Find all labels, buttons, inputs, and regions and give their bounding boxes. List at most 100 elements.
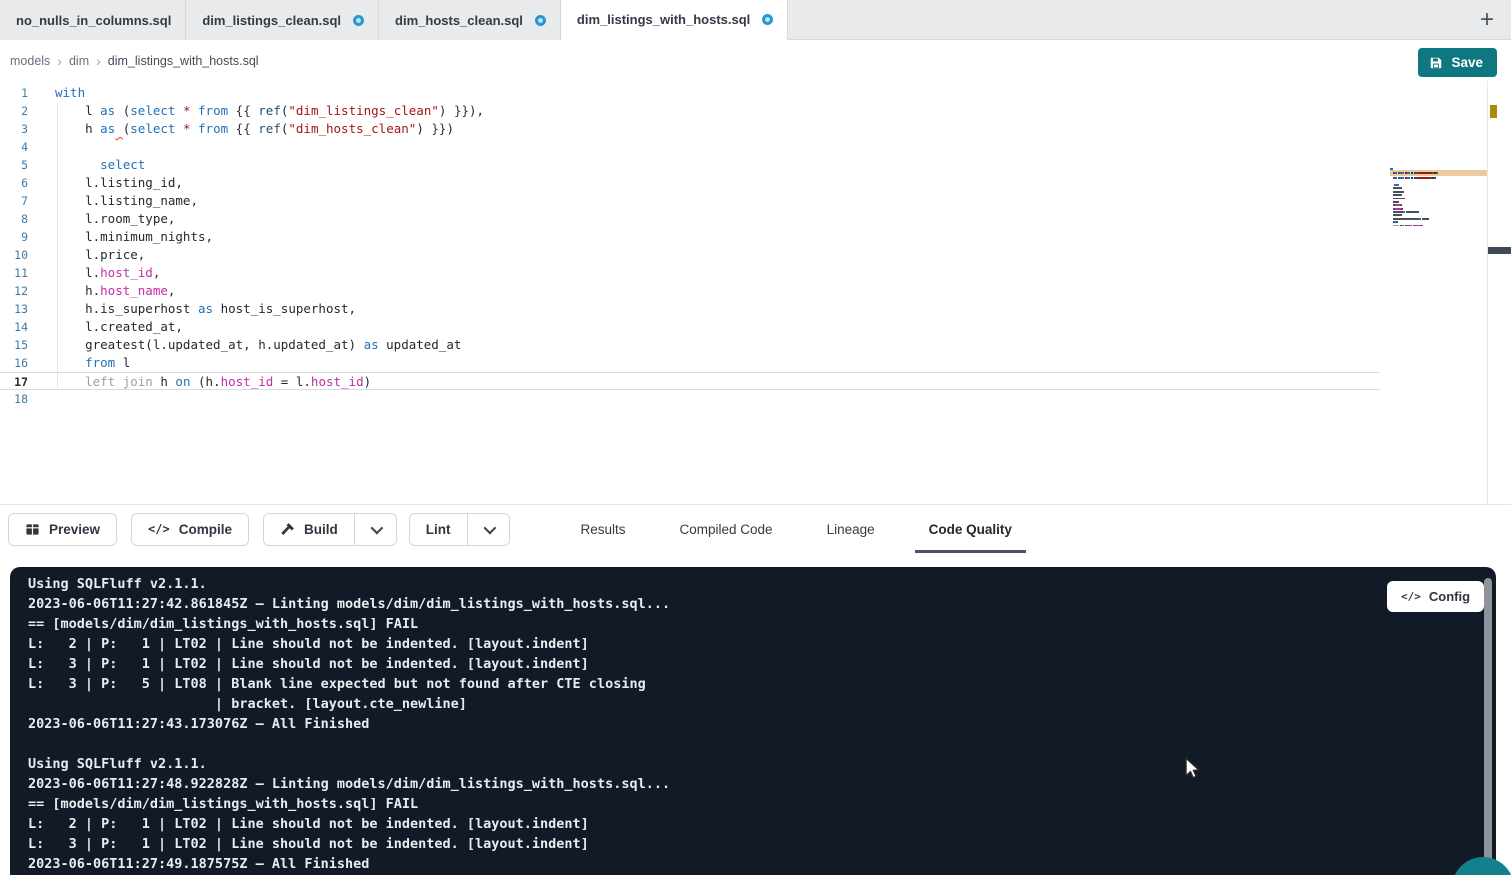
line-number: 3 — [0, 120, 28, 138]
code-line[interactable]: 8 l.room_type, — [0, 210, 1380, 228]
code-editor[interactable]: 1with2 l as (select * from {{ ref("dim_l… — [0, 81, 1511, 505]
unsaved-changes-dot-icon — [535, 15, 546, 26]
code-text: l.host_id, — [55, 264, 160, 282]
code-line[interactable]: 7 l.listing_name, — [0, 192, 1380, 210]
code-line[interactable]: 16 from l — [0, 354, 1380, 372]
tab-code-quality[interactable]: Code Quality — [915, 505, 1026, 553]
code-icon: </> — [148, 522, 170, 536]
code-line[interactable]: 3 h as (select * from {{ ref("dim_hosts_… — [0, 120, 1380, 138]
code-text: from l — [55, 354, 130, 372]
code-text: with — [55, 84, 85, 102]
code-text: l.minimum_nights, — [55, 228, 213, 246]
terminal-line: == [models/dim/dim_listings_with_hosts.s… — [28, 794, 670, 814]
breadcrumb-segment[interactable]: dim — [69, 54, 89, 68]
code-line[interactable]: 15 greatest(l.updated_at, h.updated_at) … — [0, 336, 1380, 354]
code-text: l.listing_id, — [55, 174, 183, 192]
tab-compiled-code[interactable]: Compiled Code — [666, 505, 787, 553]
chevron-right-icon: › — [57, 53, 62, 69]
hammer-icon — [280, 522, 295, 537]
terminal-line: 2023-06-06T11:27:42.861845Z — Linting mo… — [28, 594, 670, 614]
code-text: greatest(l.updated_at, h.updated_at) as … — [55, 336, 461, 354]
lint-button[interactable]: Lint — [410, 514, 467, 545]
code-line[interactable]: 17 left join h on (h.host_id = l.host_id… — [0, 372, 1380, 390]
result-panel-tabs: Results Compiled Code Lineage Code Quali… — [554, 505, 1039, 553]
terminal-scrollbar-thumb[interactable] — [1484, 578, 1492, 870]
terminal-line: L: 3 | P: 1 | LT02 | Line should not be … — [28, 834, 670, 854]
terminal-line — [28, 734, 670, 754]
line-number: 15 — [0, 336, 28, 354]
file-tab-label: dim_listings_clean.sql — [202, 13, 341, 28]
code-line[interactable]: 10 l.price, — [0, 246, 1380, 264]
file-tab[interactable]: no_nulls_in_columns.sql — [0, 0, 186, 40]
tab-results[interactable]: Results — [567, 505, 640, 553]
lint-button-label: Lint — [426, 522, 451, 537]
code-text: l as (select * from {{ ref("dim_listings… — [55, 102, 484, 120]
preview-button-label: Preview — [49, 522, 100, 537]
line-number: 12 — [0, 282, 28, 300]
code-text: h.host_name, — [55, 282, 175, 300]
tab-lineage[interactable]: Lineage — [813, 505, 889, 553]
preview-button[interactable]: Preview — [8, 513, 117, 546]
overview-ruler-divider — [1487, 81, 1488, 505]
line-number: 5 — [0, 156, 28, 174]
code-line[interactable]: 13 h.is_superhost as host_is_superhost, — [0, 300, 1380, 318]
code-text: h as (select * from {{ ref("dim_hosts_cl… — [55, 120, 454, 138]
terminal-line: 2023-06-06T11:27:48.922828Z — Linting mo… — [28, 774, 670, 794]
file-tab-label: dim_hosts_clean.sql — [395, 13, 523, 28]
code-line[interactable]: 1 with — [0, 84, 1380, 102]
terminal-line: == [models/dim/dim_listings_with_hosts.s… — [28, 614, 670, 634]
code-text: l.room_type, — [55, 210, 175, 228]
line-number: 2 — [0, 102, 28, 120]
code-text: left join h on (h.host_id = l.host_id) — [55, 373, 371, 389]
minimap[interactable] — [1390, 167, 1487, 231]
lint-split-button: Lint — [409, 513, 510, 546]
line-number: 11 — [0, 264, 28, 282]
file-tab-label: no_nulls_in_columns.sql — [16, 13, 171, 28]
code-line[interactable]: 4 — [0, 138, 1380, 156]
code-lines: 1with2 l as (select * from {{ ref("dim_l… — [0, 84, 1380, 408]
terminal-line: 2023-06-06T11:27:43.173076Z — All Finish… — [28, 714, 670, 734]
file-tab[interactable]: dim_hosts_clean.sql — [379, 0, 561, 40]
line-number: 18 — [0, 390, 28, 408]
terminal-line: L: 2 | P: 1 | LT02 | Line should not be … — [28, 634, 670, 654]
terminal-line: Using SQLFluff v2.1.1. — [28, 574, 670, 594]
lint-dropdown-toggle[interactable] — [467, 514, 509, 545]
file-tab-label: dim_listings_with_hosts.sql — [577, 12, 750, 27]
code-line[interactable]: 2 l as (select * from {{ ref("dim_listin… — [0, 102, 1380, 120]
line-number: 9 — [0, 228, 28, 246]
save-icon — [1429, 56, 1443, 70]
terminal-output: Using SQLFluff v2.1.1.2023-06-06T11:27:4… — [28, 574, 670, 874]
breadcrumb-bar: models › dim › dim_listings_with_hosts.sql S… — [0, 41, 1511, 81]
code-line[interactable]: 9 l.minimum_nights, — [0, 228, 1380, 246]
code-line[interactable]: 12 h.host_name, — [0, 282, 1380, 300]
code-text: l.listing_name, — [55, 192, 198, 210]
terminal-line: | bracket. [layout.cte_newline] — [28, 694, 670, 714]
action-toolbar: Preview </> Compile Build Lint Results C… — [0, 505, 1511, 553]
file-tab[interactable]: dim_listings_clean.sql — [186, 0, 379, 40]
line-number: 1 — [0, 84, 28, 102]
line-number: 17 — [0, 373, 28, 389]
breadcrumb-segment[interactable]: dim_listings_with_hosts.sql — [108, 54, 259, 68]
lint-config-button[interactable]: </> Config — [1387, 581, 1484, 612]
breadcrumb-segment[interactable]: models — [10, 54, 50, 68]
save-button[interactable]: Save — [1418, 48, 1497, 77]
minimap-line — [1390, 227, 1487, 230]
chevron-right-icon: › — [96, 53, 101, 69]
lint-output-terminal: Using SQLFluff v2.1.1.2023-06-06T11:27:4… — [10, 567, 1496, 875]
code-line[interactable]: 5 select — [0, 156, 1380, 174]
build-dropdown-toggle[interactable] — [354, 514, 396, 545]
code-line[interactable]: 14 l.created_at, — [0, 318, 1380, 336]
code-line[interactable]: 11 l.host_id, — [0, 264, 1380, 282]
unsaved-changes-dot-icon — [353, 15, 364, 26]
line-number: 13 — [0, 300, 28, 318]
file-tab[interactable]: dim_listings_with_hosts.sql — [561, 0, 788, 40]
unsaved-changes-dot-icon — [762, 14, 773, 25]
config-button-label: Config — [1429, 589, 1470, 604]
build-button[interactable]: Build — [264, 514, 354, 545]
code-line[interactable]: 6 l.listing_id, — [0, 174, 1380, 192]
compile-button[interactable]: </> Compile — [131, 513, 249, 546]
code-line[interactable]: 18 — [0, 390, 1380, 408]
new-tab-button[interactable]: + — [1469, 0, 1505, 40]
editor-scrollbar-thumb[interactable] — [1488, 247, 1511, 254]
breadcrumb: models › dim › dim_listings_with_hosts.sql — [10, 41, 259, 81]
